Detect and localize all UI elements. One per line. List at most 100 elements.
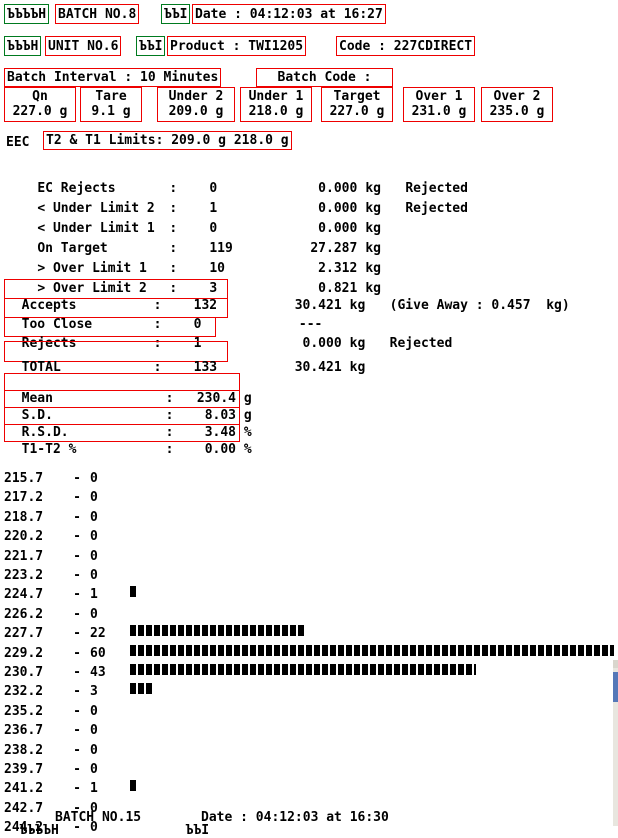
histogram-bar: [130, 664, 477, 675]
histogram-row: 226.2 -0: [4, 607, 98, 622]
total-unit: kg: [349, 360, 366, 375]
chip-qn-label: Qn: [32, 89, 48, 104]
histogram-separator: -: [73, 529, 81, 545]
chip-target-label: Target: [333, 89, 381, 104]
histogram-bin-count: 0: [90, 548, 98, 564]
chip-under-1-label: Under 1: [248, 89, 304, 104]
histogram-bin-count: 0: [90, 568, 98, 583]
date-field[interactable]: Date : 04:12:03 at 16:27: [192, 4, 386, 24]
chip-qn[interactable]: Qn 227.0 g: [4, 87, 76, 122]
histogram-row: 218.7 -0: [4, 510, 98, 525]
chip-target-value: 227.0 g: [329, 104, 385, 119]
chip-under-1[interactable]: Under 1 218.0 g: [240, 87, 312, 122]
histogram-bin-label: 220.2: [4, 529, 44, 545]
product-prefix-badge: ЪЪІ: [136, 36, 166, 56]
histogram-bin-count: 1: [90, 587, 98, 603]
histogram-bin-label: 227.7: [4, 626, 44, 642]
histogram-row: 227.7 -22: [4, 626, 106, 641]
histogram-bin-count: 0: [90, 703, 98, 719]
histogram-row: 232.2 -3: [4, 684, 98, 699]
metric-name: T1-T2 %: [21, 442, 77, 457]
histogram-row: 236.7 -0: [4, 723, 98, 738]
summary-note: Rejected: [389, 336, 453, 351]
footer-date-prefix-text: ЪЪІ: [185, 823, 210, 838]
batch-code-text: Batch Code :: [277, 70, 372, 85]
histogram-row: 239.7 -0: [4, 762, 98, 777]
histogram-bin-label: 217.2: [4, 490, 44, 506]
metric-row: T1-T2 %: 0.00 %: [6, 427, 252, 457]
chip-tare[interactable]: Tare 9.1 g: [80, 87, 142, 122]
unit-prefix-text: ЪЪЪН: [7, 38, 39, 54]
product-text: Product : TWI1205: [170, 38, 304, 54]
metric-value: 0.00 %: [204, 442, 252, 457]
product-prefix-text: ЪЪІ: [139, 38, 163, 54]
scrollbar-thumb[interactable]: [613, 672, 618, 702]
product-field[interactable]: Product : TWI1205: [167, 36, 307, 56]
footer-batch-prefix: ЪЪЪЪН: [4, 811, 59, 837]
histogram-bin-count: 0: [90, 742, 98, 758]
histogram-bin-label: 215.7: [4, 471, 44, 486]
histogram-separator: -: [73, 684, 81, 700]
histogram-separator: -: [73, 781, 81, 797]
histogram-bin-label: 224.7: [4, 587, 44, 603]
histogram-bin-count: 3: [90, 684, 98, 700]
code-field[interactable]: Code : 227CDIRECT: [336, 36, 476, 56]
stat-note: Rejected: [405, 201, 468, 216]
histogram-row: 238.2 -0: [4, 743, 98, 758]
histogram-separator: -: [73, 742, 81, 758]
footer-batch-prefix-text: ЪЪЪЪН: [19, 823, 59, 838]
eec-limits-field[interactable]: T2 & T1 Limits: 209.0 g 218.0 g: [43, 131, 292, 150]
histogram-separator: -: [73, 568, 81, 583]
histogram-separator: -: [73, 703, 81, 719]
chip-over-2[interactable]: Over 2 235.0 g: [481, 87, 553, 122]
unit-prefix-badge: ЪЪЪН: [4, 36, 42, 56]
histogram-row: 230.7 -43: [4, 665, 106, 680]
histogram-bin-count: 60: [90, 645, 106, 661]
batch-number-field[interactable]: BATCH NO.8: [55, 4, 140, 24]
histogram-bin-count: 0: [90, 762, 98, 777]
histogram-separator: -: [73, 723, 81, 739]
chip-over-1[interactable]: Over 1 231.0 g: [403, 87, 475, 122]
batch-interval-text: Batch Interval : 10 Minutes: [7, 70, 219, 85]
batch-code-field[interactable]: Batch Code :: [256, 68, 393, 87]
total-weight: 30.421: [294, 360, 342, 375]
unit-number-text: UNIT NO.6: [48, 38, 119, 54]
chip-over-2-label: Over 2: [493, 89, 541, 104]
code-text: Code : 227CDIRECT: [339, 38, 473, 54]
histogram-row: 215.7 -0: [4, 471, 98, 486]
unit-number-field[interactable]: UNIT NO.6: [45, 36, 122, 56]
histogram-bin-label: 221.7: [4, 548, 44, 564]
footer-batch-number: BATCH NO.15: [55, 810, 142, 825]
histogram-bin-label: 238.2: [4, 742, 44, 758]
batch-prefix-badge: ЪЪЪЪН: [4, 4, 50, 24]
chip-tare-label: Tare: [95, 89, 127, 104]
histogram-row: 224.7 -1: [4, 587, 98, 602]
histogram-bin-label: 239.7: [4, 762, 44, 777]
histogram-row: 220.2 -0: [4, 529, 98, 544]
histogram-bin-count: 43: [90, 665, 106, 680]
histogram-bar: [130, 586, 136, 598]
chip-tare-value: 9.1 g: [91, 104, 131, 119]
histogram-bin-label: 226.2: [4, 606, 44, 622]
histogram-separator: -: [73, 471, 81, 486]
histogram-bin-count: 0: [90, 490, 98, 506]
batch-prefix-text: ЪЪЪЪН: [7, 6, 47, 22]
histogram-bin-count: 0: [90, 606, 98, 622]
histogram-bin-label: 235.2: [4, 703, 44, 719]
batch-interval-field[interactable]: Batch Interval : 10 Minutes: [4, 68, 222, 87]
chip-target[interactable]: Target 227.0 g: [321, 87, 393, 122]
histogram-bar: [130, 644, 614, 656]
histogram-bin-label: 241.2: [4, 781, 44, 797]
histogram-separator: -: [73, 606, 81, 622]
histogram-bin-count: 1: [90, 781, 98, 797]
histogram-separator: -: [73, 626, 81, 642]
total-row: TOTAL:133 30.421 kg: [6, 345, 390, 375]
histogram-bar: [130, 683, 153, 695]
histogram-bin-count: 0: [90, 529, 98, 545]
histogram-row: 235.2 -0: [4, 704, 98, 719]
chip-under-2[interactable]: Under 2 209.0 g: [157, 87, 235, 122]
chip-over-1-value: 231.0 g: [411, 104, 467, 119]
eec-label: EEC: [6, 135, 30, 150]
footer-date: Date : 04:12:03 at 16:30: [201, 810, 389, 825]
histogram-separator: -: [73, 665, 81, 680]
